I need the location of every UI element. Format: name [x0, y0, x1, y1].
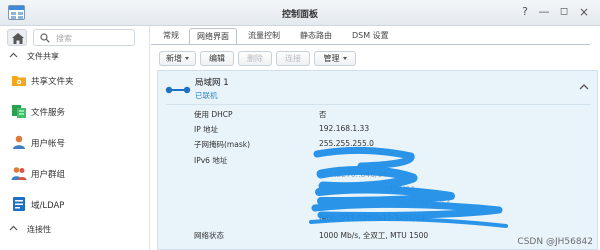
- network-status-label: 网络状态: [194, 231, 224, 240]
- home-button[interactable]: [7, 29, 27, 46]
- connect-button[interactable]: 连接: [276, 51, 310, 66]
- sidebar-item-label: 域/LDAP: [31, 201, 65, 211]
- interface-status: 已联机: [195, 91, 218, 100]
- shared-folder-icon: [12, 76, 26, 86]
- dhcp-value: 否: [319, 110, 327, 119]
- section-label: 连接性: [27, 225, 51, 234]
- sidebar-item-label: 用户帐号: [31, 139, 66, 149]
- chevron-down-icon: [342, 57, 347, 60]
- create-label: 新增: [166, 54, 182, 63]
- section-connectivity[interactable]: 连接性: [0, 223, 150, 237]
- search-input[interactable]: 搜索: [33, 29, 135, 46]
- ipv6-label: IPv6 地址: [194, 156, 228, 165]
- edit-button[interactable]: 编辑: [200, 51, 234, 66]
- minimize-button[interactable]: —: [536, 4, 552, 20]
- sidebar-item-domain-ldap[interactable]: 域/LDAP: [0, 191, 150, 217]
- tab-network-interface[interactable]: 网络界面: [189, 28, 237, 45]
- subnet-mask-value: 255.255.255.0: [319, 139, 374, 148]
- tab-dsm-settings[interactable]: DSM 设置: [345, 28, 396, 45]
- manage-label: 管理: [323, 54, 340, 63]
- chevron-up-icon[interactable]: [579, 83, 589, 91]
- watermark: CSDN @JH56842: [517, 237, 593, 247]
- network-status-value: 1000 Mb/s, 全双工, MTU 1500: [319, 231, 429, 240]
- ip-value: 192.168.1.33: [319, 124, 370, 133]
- chevron-up-icon: [9, 52, 18, 58]
- domain-ldap-icon: [13, 197, 25, 211]
- section-file-sharing[interactable]: 文件共享: [0, 50, 150, 64]
- tab-divider: [151, 44, 590, 45]
- ipv6-line-4: fe80::211:32ff:fe12:3456/64: [319, 214, 426, 223]
- search-placeholder: 搜索: [56, 34, 72, 43]
- ip-label: IP 地址: [194, 125, 219, 134]
- subnet-mask-label: 子网掩码(mask): [194, 140, 251, 149]
- network-interface-icon: [165, 86, 191, 94]
- chevron-down-icon: [185, 57, 189, 60]
- tab-static-route[interactable]: 静态路由: [293, 28, 339, 45]
- panel-divider: [166, 104, 591, 105]
- sidebar-item-group[interactable]: 用户群组: [0, 160, 150, 186]
- close-button[interactable]: ×: [576, 4, 592, 20]
- chevron-up-icon: [9, 225, 18, 231]
- delete-button[interactable]: 删除: [238, 51, 272, 66]
- action-toolbar: 新增 编辑 删除 连接 管理: [151, 49, 600, 69]
- file-services-icon: [12, 105, 26, 118]
- interface-name: 局域网 1: [195, 78, 229, 88]
- dhcp-label: 使用 DHCP: [194, 110, 233, 119]
- sidebar-item-file-services[interactable]: 文件服务: [0, 98, 150, 124]
- sidebar-item-shared-folder[interactable]: 共享文件夹: [0, 67, 150, 93]
- sidebar: 搜索 文件共享 共享文件夹 文件服务 用户帐号 用户群组 域/LDAP 连接性: [0, 26, 150, 250]
- user-icon: [13, 135, 25, 149]
- sidebar-item-label: 文件服务: [31, 108, 66, 118]
- sidebar-item-label: 共享文件夹: [31, 77, 74, 87]
- search-icon: [40, 33, 50, 43]
- maximize-button[interactable]: ◻: [556, 4, 572, 20]
- ipv6-line-3: ::fe12:3456/64: [395, 199, 451, 208]
- help-button[interactable]: ?: [517, 4, 533, 20]
- tab-bar: 常规 网络界面 流量控制 静态路由 DSM 设置: [151, 26, 600, 46]
- home-icon: [12, 33, 24, 44]
- title-bar: 控制面板 ? — ◻ ×: [0, 0, 600, 26]
- interface-panel[interactable]: 局域网 1 已联机 使用 DHCP 否 IP 地址 192.168.1.33 子…: [157, 70, 598, 250]
- group-icon: [11, 167, 27, 180]
- ipv6-line-2: :3456/64: [381, 185, 415, 194]
- ipv6-line-1: :3270::b46/64: [334, 170, 388, 179]
- tab-traffic-control[interactable]: 流量控制: [241, 28, 287, 45]
- sidebar-item-label: 用户群组: [31, 170, 66, 180]
- section-label: 文件共享: [27, 52, 59, 61]
- manage-button[interactable]: 管理: [314, 51, 356, 66]
- window-title: 控制面板: [281, 10, 318, 20]
- sidebar-item-user[interactable]: 用户帐号: [0, 129, 150, 155]
- tab-general[interactable]: 常规: [156, 28, 186, 45]
- create-button[interactable]: 新增: [159, 51, 196, 66]
